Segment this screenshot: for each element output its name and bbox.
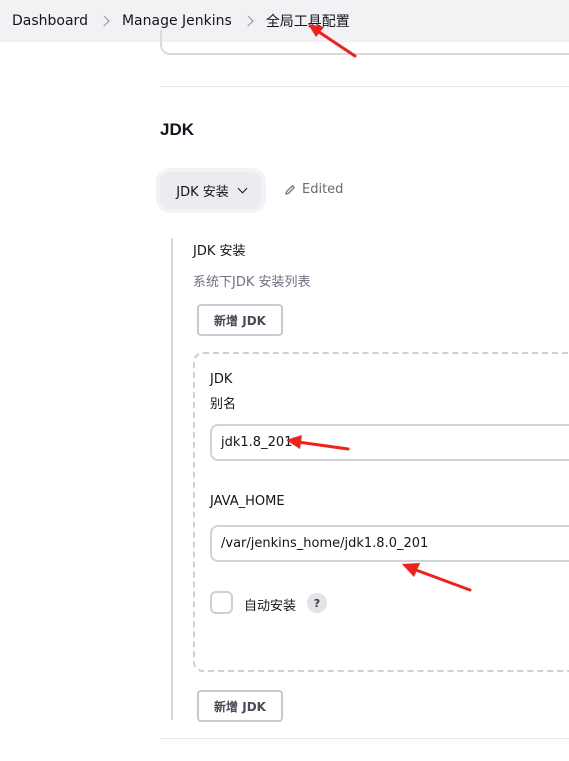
section-divider [160,86,569,87]
edited-label: Edited [302,182,344,197]
jdk-installations-description: 系统下JDK 安装列表 [193,275,311,290]
chevron-right-icon [98,15,110,27]
help-icon[interactable]: ? [307,593,327,613]
dropdown-label: JDK 安装 [176,185,229,200]
section-rail [171,238,173,720]
jdk-installations-label: JDK 安装 [193,244,246,259]
add-jdk-button-bottom[interactable]: 新增 JDK [197,690,283,722]
section-title: JDK [160,120,195,139]
breadcrumb-dashboard[interactable]: Dashboard [12,13,88,29]
pencil-icon [285,184,295,195]
previous-section-field [160,30,569,55]
jdk-entry-container [193,352,569,672]
alias-input[interactable]: jdk1.8_201 [210,424,569,461]
section-divider-bottom [160,738,569,739]
breadcrumb-global-tool-config[interactable]: 全局工具配置 [266,11,350,31]
jdk-installations-dropdown-button[interactable]: JDK 安装 [160,172,262,209]
edited-indicator: Edited [284,182,343,197]
java-home-label: JAVA_HOME [210,494,285,509]
java-home-input[interactable]: /var/jenkins_home/jdk1.8.0_201 [210,525,569,562]
chevron-right-icon [242,15,254,27]
jdk-entry-heading: JDK [210,372,233,387]
add-jdk-button-top[interactable]: 新增 JDK [197,304,283,336]
auto-install-label: 自动安装 [244,599,297,614]
alias-label: 别名 [210,397,237,412]
auto-install-checkbox[interactable] [210,591,233,614]
chevron-down-icon [237,183,248,194]
breadcrumb-manage-jenkins[interactable]: Manage Jenkins [122,13,232,29]
